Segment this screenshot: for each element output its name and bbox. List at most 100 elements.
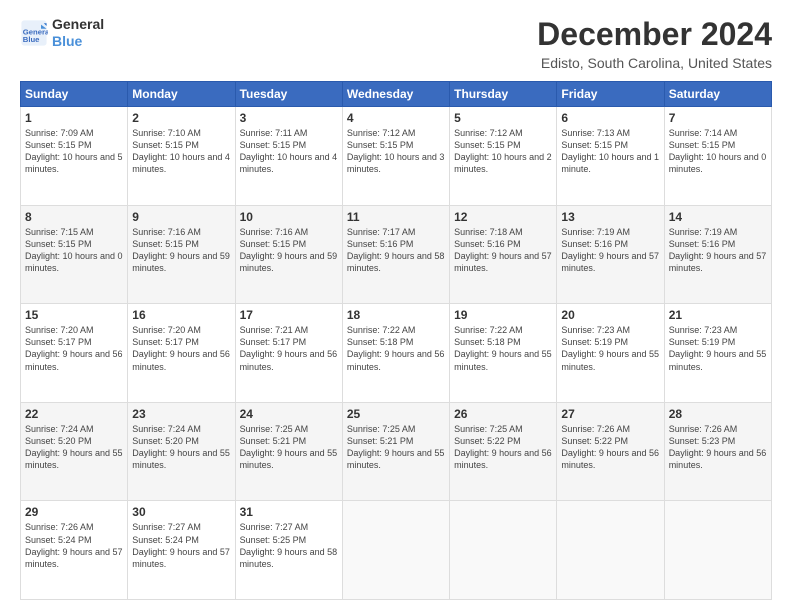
logo-icon: General Blue: [20, 19, 48, 47]
cell-info: Sunrise: 7:25 AMSunset: 5:21 PMDaylight:…: [347, 423, 445, 472]
cell-info: Sunrise: 7:15 AMSunset: 5:15 PMDaylight:…: [25, 226, 123, 275]
day-number: 3: [240, 111, 338, 125]
cell-info: Sunrise: 7:10 AMSunset: 5:15 PMDaylight:…: [132, 127, 230, 176]
cell-info: Sunrise: 7:17 AMSunset: 5:16 PMDaylight:…: [347, 226, 445, 275]
day-number: 31: [240, 505, 338, 519]
logo-text-line1: General: [52, 16, 104, 33]
day-number: 24: [240, 407, 338, 421]
day-number: 16: [132, 308, 230, 322]
day-number: 5: [454, 111, 552, 125]
day-number: 15: [25, 308, 123, 322]
calendar-cell: 21 Sunrise: 7:23 AMSunset: 5:19 PMDayligh…: [664, 304, 771, 403]
cell-info: Sunrise: 7:21 AMSunset: 5:17 PMDaylight:…: [240, 324, 338, 373]
cell-info: Sunrise: 7:24 AMSunset: 5:20 PMDaylight:…: [132, 423, 230, 472]
calendar-cell: 30 Sunrise: 7:27 AMSunset: 5:24 PMDayligh…: [128, 501, 235, 600]
calendar-week-3: 15 Sunrise: 7:20 AMSunset: 5:17 PMDayligh…: [21, 304, 772, 403]
cell-info: Sunrise: 7:12 AMSunset: 5:15 PMDaylight:…: [454, 127, 552, 176]
day-number: 11: [347, 210, 445, 224]
cell-info: Sunrise: 7:13 AMSunset: 5:15 PMDaylight:…: [561, 127, 659, 176]
day-header-friday: Friday: [557, 82, 664, 107]
day-number: 23: [132, 407, 230, 421]
day-number: 17: [240, 308, 338, 322]
day-number: 30: [132, 505, 230, 519]
cell-info: Sunrise: 7:14 AMSunset: 5:15 PMDaylight:…: [669, 127, 767, 176]
day-number: 13: [561, 210, 659, 224]
calendar-cell: 29Sunrise: 7:26 AMSunset: 5:24 PMDayligh…: [21, 501, 128, 600]
calendar-cell: 8 Sunrise: 7:15 AMSunset: 5:15 PMDaylight…: [21, 205, 128, 304]
calendar-cell: 5 Sunrise: 7:12 AMSunset: 5:15 PMDaylight…: [450, 107, 557, 206]
calendar-week-4: 22Sunrise: 7:24 AMSunset: 5:20 PMDayligh…: [21, 402, 772, 501]
calendar-cell: 22Sunrise: 7:24 AMSunset: 5:20 PMDayligh…: [21, 402, 128, 501]
cell-info: Sunrise: 7:23 AMSunset: 5:19 PMDaylight:…: [561, 324, 659, 373]
calendar-cell: 12Sunrise: 7:18 AMSunset: 5:16 PMDayligh…: [450, 205, 557, 304]
logo: General Blue General Blue: [20, 16, 104, 50]
calendar-cell: 10 Sunrise: 7:16 AMSunset: 5:15 PMDayligh…: [235, 205, 342, 304]
day-number: 9: [132, 210, 230, 224]
logo-text-line2: Blue: [52, 33, 104, 50]
calendar-cell: 1Sunrise: 7:09 AMSunset: 5:15 PMDaylight…: [21, 107, 128, 206]
cell-info: Sunrise: 7:25 AMSunset: 5:21 PMDaylight:…: [240, 423, 338, 472]
day-number: 12: [454, 210, 552, 224]
calendar-cell: 17 Sunrise: 7:21 AMSunset: 5:17 PMDayligh…: [235, 304, 342, 403]
calendar-cell: [557, 501, 664, 600]
day-number: 27: [561, 407, 659, 421]
day-header-sunday: Sunday: [21, 82, 128, 107]
cell-info: Sunrise: 7:27 AMSunset: 5:25 PMDaylight:…: [240, 521, 338, 570]
cell-info: Sunrise: 7:22 AMSunset: 5:18 PMDaylight:…: [454, 324, 552, 373]
calendar-cell: 13 Sunrise: 7:19 AMSunset: 5:16 PMDayligh…: [557, 205, 664, 304]
cell-info: Sunrise: 7:22 AMSunset: 5:18 PMDaylight:…: [347, 324, 445, 373]
calendar-cell: 15 Sunrise: 7:20 AMSunset: 5:17 PMDayligh…: [21, 304, 128, 403]
cell-info: Sunrise: 7:19 AMSunset: 5:16 PMDaylight:…: [669, 226, 767, 275]
day-header-monday: Monday: [128, 82, 235, 107]
cell-info: Sunrise: 7:20 AMSunset: 5:17 PMDaylight:…: [132, 324, 230, 373]
day-number: 10: [240, 210, 338, 224]
calendar-cell: 11 Sunrise: 7:17 AMSunset: 5:16 PMDayligh…: [342, 205, 449, 304]
cell-info: Sunrise: 7:11 AMSunset: 5:15 PMDaylight:…: [240, 127, 338, 176]
cell-info: Sunrise: 7:23 AMSunset: 5:19 PMDaylight:…: [669, 324, 767, 373]
calendar-cell: 26Sunrise: 7:25 AMSunset: 5:22 PMDayligh…: [450, 402, 557, 501]
calendar-cell: [342, 501, 449, 600]
calendar-cell: 27 Sunrise: 7:26 AMSunset: 5:22 PMDayligh…: [557, 402, 664, 501]
calendar-cell: 4 Sunrise: 7:12 AMSunset: 5:15 PMDaylight…: [342, 107, 449, 206]
calendar-cell: 16 Sunrise: 7:20 AMSunset: 5:17 PMDayligh…: [128, 304, 235, 403]
calendar-cell: 20Sunrise: 7:23 AMSunset: 5:19 PMDayligh…: [557, 304, 664, 403]
day-number: 8: [25, 210, 123, 224]
day-number: 26: [454, 407, 552, 421]
calendar-cell: [664, 501, 771, 600]
day-number: 25: [347, 407, 445, 421]
month-title: December 2024: [537, 16, 772, 53]
cell-info: Sunrise: 7:19 AMSunset: 5:16 PMDaylight:…: [561, 226, 659, 275]
calendar-body: 1Sunrise: 7:09 AMSunset: 5:15 PMDaylight…: [21, 107, 772, 600]
cell-info: Sunrise: 7:09 AMSunset: 5:15 PMDaylight:…: [25, 127, 123, 176]
cell-info: Sunrise: 7:26 AMSunset: 5:22 PMDaylight:…: [561, 423, 659, 472]
day-number: 21: [669, 308, 767, 322]
title-block: December 2024 Edisto, South Carolina, Un…: [537, 16, 772, 71]
calendar-cell: 6Sunrise: 7:13 AMSunset: 5:15 PMDaylight…: [557, 107, 664, 206]
calendar-cell: 28Sunrise: 7:26 AMSunset: 5:23 PMDayligh…: [664, 402, 771, 501]
day-number: 19: [454, 308, 552, 322]
calendar-cell: [450, 501, 557, 600]
day-header-thursday: Thursday: [450, 82, 557, 107]
calendar-week-2: 8 Sunrise: 7:15 AMSunset: 5:15 PMDaylight…: [21, 205, 772, 304]
cell-info: Sunrise: 7:24 AMSunset: 5:20 PMDaylight:…: [25, 423, 123, 472]
location: Edisto, South Carolina, United States: [537, 55, 772, 71]
day-header-wednesday: Wednesday: [342, 82, 449, 107]
day-number: 7: [669, 111, 767, 125]
calendar-cell: 23 Sunrise: 7:24 AMSunset: 5:20 PMDayligh…: [128, 402, 235, 501]
day-number: 29: [25, 505, 123, 519]
calendar-cell: 9Sunrise: 7:16 AMSunset: 5:15 PMDaylight…: [128, 205, 235, 304]
day-number: 2: [132, 111, 230, 125]
day-number: 4: [347, 111, 445, 125]
cell-info: Sunrise: 7:20 AMSunset: 5:17 PMDaylight:…: [25, 324, 123, 373]
calendar-cell: 19 Sunrise: 7:22 AMSunset: 5:18 PMDayligh…: [450, 304, 557, 403]
cell-info: Sunrise: 7:27 AMSunset: 5:24 PMDaylight:…: [132, 521, 230, 570]
calendar-week-1: 1Sunrise: 7:09 AMSunset: 5:15 PMDaylight…: [21, 107, 772, 206]
day-header-tuesday: Tuesday: [235, 82, 342, 107]
calendar-cell: 25 Sunrise: 7:25 AMSunset: 5:21 PMDayligh…: [342, 402, 449, 501]
svg-text:Blue: Blue: [23, 35, 40, 44]
day-header-saturday: Saturday: [664, 82, 771, 107]
cell-info: Sunrise: 7:16 AMSunset: 5:15 PMDaylight:…: [240, 226, 338, 275]
calendar-cell: 18Sunrise: 7:22 AMSunset: 5:18 PMDayligh…: [342, 304, 449, 403]
cell-info: Sunrise: 7:12 AMSunset: 5:15 PMDaylight:…: [347, 127, 445, 176]
day-number: 28: [669, 407, 767, 421]
